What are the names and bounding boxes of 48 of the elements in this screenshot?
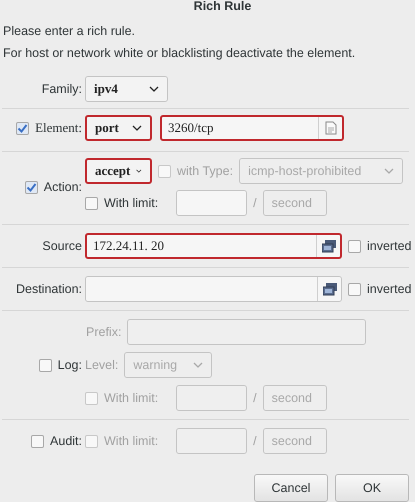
limit-label: With limit: xyxy=(104,434,158,448)
window-title: Rich Rule xyxy=(192,0,252,15)
with-type-label: with Type: xyxy=(177,164,234,178)
prefix-field[interactable] xyxy=(127,319,366,345)
family-label: Family: xyxy=(42,82,82,96)
network-icon xyxy=(322,282,336,296)
limit-field[interactable] xyxy=(176,385,248,411)
destination-label: Destination: xyxy=(16,282,82,296)
input-field[interactable]: 3260/tcp xyxy=(160,115,344,141)
source-label: Source xyxy=(42,239,82,253)
ok-button[interactable]: OK xyxy=(335,474,409,502)
dropdown[interactable]: accept xyxy=(85,158,152,184)
prefix-label: Prefix: xyxy=(86,325,122,339)
input-field[interactable] xyxy=(85,276,342,302)
checkbox[interactable] xyxy=(38,358,52,372)
caret-icon xyxy=(136,168,142,174)
caret-icon xyxy=(384,168,394,174)
caret-icon xyxy=(149,86,159,92)
separator: / xyxy=(253,196,257,210)
caret-icon xyxy=(193,362,204,368)
log-label: Log: xyxy=(58,358,82,372)
checkbox[interactable] xyxy=(31,434,44,448)
action-label: Action: xyxy=(44,180,82,194)
checkbox[interactable] xyxy=(16,122,30,134)
audit-label: Audit: xyxy=(50,434,82,448)
instruction-text: For host or network white or blacklisting deactivate the element. xyxy=(3,46,356,60)
inverted-label: inverted xyxy=(367,282,412,296)
checkbox[interactable] xyxy=(348,282,361,296)
separator: / xyxy=(253,391,257,405)
dropdown[interactable]: ipv4 xyxy=(85,76,168,102)
checkbox[interactable] xyxy=(348,240,361,252)
limit-label: With limit: xyxy=(104,196,158,210)
instruction-text: Please enter a rich rule. xyxy=(3,24,136,38)
input-field[interactable]: 172.24.11. 20 xyxy=(85,233,342,259)
checkbox[interactable] xyxy=(85,196,98,210)
element-label: Element: xyxy=(35,120,82,136)
level-label: Level: xyxy=(85,358,118,372)
limit-field[interactable] xyxy=(176,190,248,216)
network-icon xyxy=(322,240,336,252)
checkbox[interactable] xyxy=(24,180,38,194)
document-icon xyxy=(324,121,336,135)
dropdown[interactable]: port xyxy=(85,115,152,141)
inverted-label: inverted xyxy=(367,239,412,253)
separator: / xyxy=(253,434,257,448)
limit-field[interactable] xyxy=(176,428,248,454)
caret-icon xyxy=(132,125,142,131)
limit-label: With limit: xyxy=(104,391,158,405)
cancel-button[interactable]: Cancel xyxy=(254,474,328,502)
